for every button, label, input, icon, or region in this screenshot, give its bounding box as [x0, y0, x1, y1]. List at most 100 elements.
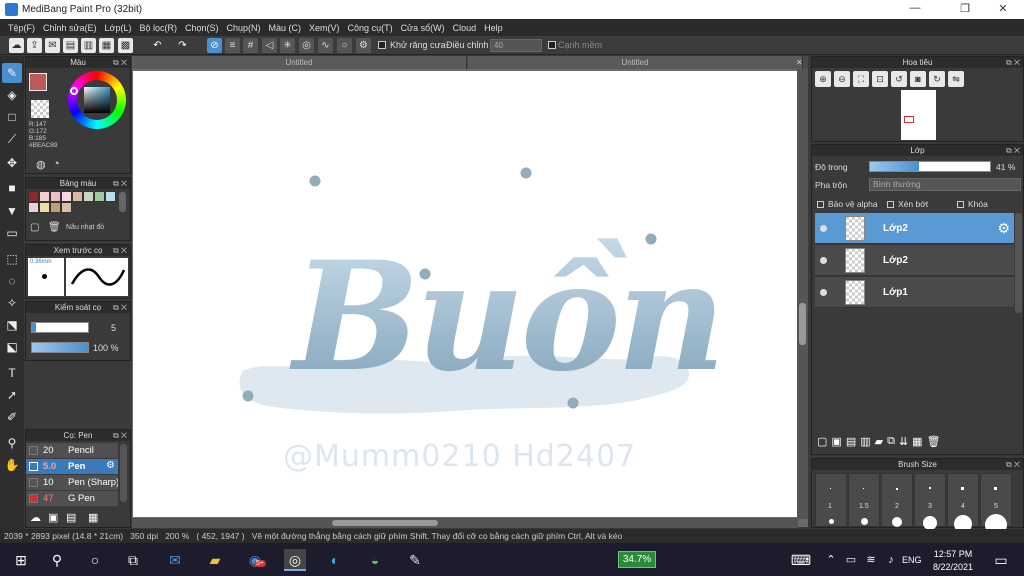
- magic-wand-tool-icon[interactable]: ✧: [2, 293, 22, 313]
- correction-select[interactable]: 40: [490, 39, 542, 52]
- curve-snap-icon[interactable]: ∿: [318, 38, 333, 53]
- palette-swatch[interactable]: [50, 191, 61, 202]
- panel-close-icon[interactable]: ⧉ ✕: [113, 245, 127, 256]
- reset-rotation-icon[interactable]: ◙: [910, 71, 926, 87]
- file-explorer-icon[interactable]: ▰: [204, 549, 226, 571]
- clipping-checkbox[interactable]: [887, 201, 894, 208]
- palette-swatch[interactable]: [72, 191, 83, 202]
- add-layer-menu-icon[interactable]: ▥: [860, 435, 870, 448]
- operation-tool-icon[interactable]: ➚: [2, 385, 22, 405]
- panel-close-icon[interactable]: ⧉ ✕: [113, 178, 127, 189]
- layer-settings-icon[interactable]: ▦: [912, 435, 922, 448]
- snap-off-icon[interactable]: ⊘: [207, 38, 222, 53]
- language-indicator[interactable]: ENG: [902, 555, 922, 565]
- select-tool-icon[interactable]: ⬚: [2, 249, 22, 269]
- brush-size-slider[interactable]: [31, 322, 89, 333]
- snap-settings-icon[interactable]: ⚙: [356, 38, 371, 53]
- brush-item-pen-sharp[interactable]: 10 Pen (Sharp): [26, 475, 118, 490]
- panel-close-icon[interactable]: ⧉ ✕: [113, 430, 127, 441]
- menu-file[interactable]: Tệp(F): [4, 23, 39, 33]
- new-halftone-layer-icon[interactable]: ▣: [831, 435, 841, 448]
- visibility-eye-icon[interactable]: [820, 225, 827, 232]
- zoom-out-icon[interactable]: ⊖: [834, 71, 850, 87]
- layer-settings-gear-icon[interactable]: ⚙: [997, 220, 1010, 237]
- menu-snap[interactable]: Chụp(N): [223, 23, 265, 33]
- new-folder-icon[interactable]: ▰: [875, 435, 883, 448]
- menu-select[interactable]: Chọn(S): [181, 23, 223, 33]
- minimize-button[interactable]: —: [900, 2, 930, 14]
- clock[interactable]: 12:57 PM 8/22/2021: [932, 548, 974, 574]
- new-palette-icon[interactable]: ▢: [30, 222, 42, 234]
- circle-snap-icon[interactable]: ◎: [299, 38, 314, 53]
- text-tool-icon[interactable]: T: [2, 363, 22, 383]
- menu-edit[interactable]: Chỉnh sửa(E): [39, 23, 101, 33]
- new-8bit-layer-icon[interactable]: ▤: [846, 435, 856, 448]
- visibility-eye-icon[interactable]: [820, 289, 827, 296]
- panel-close-icon[interactable]: ⧉ ✕: [113, 302, 127, 313]
- radial-snap-icon[interactable]: ✳: [280, 38, 295, 53]
- tabs-close-icon[interactable]: ✕: [796, 58, 803, 67]
- brush-settings-icon[interactable]: ⚙: [106, 460, 115, 471]
- close-button[interactable]: ✕: [988, 2, 1018, 15]
- menu-color[interactable]: Màu (C): [265, 23, 306, 33]
- grid-icon[interactable]: ▩: [118, 38, 133, 53]
- layer-row-lop2[interactable]: Lớp2: [815, 245, 1014, 276]
- document-icon[interactable]: ▥: [81, 38, 96, 53]
- palette-swatch[interactable]: [94, 191, 105, 202]
- brush-size-cell-1-5[interactable]: 1.5: [848, 473, 880, 527]
- gradient-tool-icon[interactable]: ▭: [2, 223, 22, 243]
- palette-swatch[interactable]: [50, 202, 61, 213]
- menu-cloud[interactable]: Cloud: [449, 23, 481, 33]
- menu-view[interactable]: Xem(V): [305, 23, 344, 33]
- layer-row-lop1[interactable]: Lớp1: [815, 277, 1014, 308]
- brush-item-pencil[interactable]: 20 Pencil: [26, 443, 118, 458]
- tab-untitled-1[interactable]: Untitled: [132, 56, 467, 69]
- divide-tool-icon[interactable]: ✐: [2, 407, 22, 427]
- palette-swatch[interactable]: [83, 191, 94, 202]
- battery-icon[interactable]: ▭: [840, 549, 862, 571]
- hue-wheel[interactable]: [68, 71, 126, 129]
- wifi-icon[interactable]: ≋: [860, 549, 882, 571]
- brush-item-g-pen[interactable]: 47 G Pen: [26, 491, 118, 506]
- task-view-icon[interactable]: ⧉: [122, 549, 144, 571]
- new-layer-icon[interactable]: ▢: [817, 435, 827, 448]
- battery-meter[interactable]: 34.7%: [618, 551, 656, 568]
- hand-tool-icon[interactable]: ✋: [2, 455, 22, 475]
- saturation-square[interactable]: [84, 87, 110, 113]
- undo-icon[interactable]: ↶: [150, 38, 165, 53]
- medibang-taskbar-icon[interactable]: ◎: [284, 549, 306, 571]
- parallel-snap-icon[interactable]: ≡: [225, 38, 240, 53]
- color-mode-icon[interactable]: ◍: [36, 158, 50, 172]
- color-history-icon[interactable]: ◔: [53, 158, 67, 172]
- protect-alpha-checkbox[interactable]: [817, 201, 824, 208]
- rotate-left-icon[interactable]: ↺: [891, 71, 907, 87]
- edge-icon[interactable]: ◐: [324, 549, 346, 571]
- flip-icon[interactable]: ⇋: [948, 71, 964, 87]
- mail-icon[interactable]: ✉: [164, 549, 186, 571]
- brush-size-cell-5[interactable]: 5: [980, 473, 1012, 536]
- panel-close-icon[interactable]: ⧉ ✕: [113, 57, 127, 68]
- panel-close-icon[interactable]: ⧉ ✕: [1006, 57, 1020, 68]
- move-tool-icon[interactable]: ✥: [2, 153, 22, 173]
- select-eraser-tool-icon[interactable]: ⬕: [2, 337, 22, 357]
- palette-swatch[interactable]: [105, 191, 116, 202]
- fill-rect-tool-icon[interactable]: ■: [2, 178, 22, 198]
- grid-snap-icon[interactable]: #: [243, 38, 258, 53]
- search-icon[interactable]: ⚲: [46, 549, 68, 571]
- lock-checkbox[interactable]: [957, 201, 964, 208]
- canvas-vertical-scrollbar[interactable]: [797, 69, 808, 519]
- chat-icon[interactable]: ✉: [45, 38, 60, 53]
- select-pen-tool-icon[interactable]: ⬔: [2, 315, 22, 335]
- paint-app-icon[interactable]: ✎: [404, 549, 426, 571]
- foreground-color-swatch[interactable]: [29, 73, 47, 91]
- copy-brush-icon[interactable]: ▤: [66, 511, 79, 524]
- cloud-icon[interactable]: ☁: [9, 38, 24, 53]
- rotate-right-icon[interactable]: ↻: [929, 71, 945, 87]
- add-brush-icon[interactable]: ▣: [48, 511, 61, 524]
- tab-untitled-2[interactable]: Untitled: [468, 56, 803, 69]
- cloud-brush-icon[interactable]: ☁: [30, 511, 43, 524]
- dot-tool-icon[interactable]: ⟋: [2, 129, 22, 149]
- chevron-up-icon[interactable]: ⌃: [820, 549, 842, 571]
- delete-layer-icon[interactable]: 🗑: [927, 435, 941, 448]
- navigator-thumbnail[interactable]: [901, 90, 936, 140]
